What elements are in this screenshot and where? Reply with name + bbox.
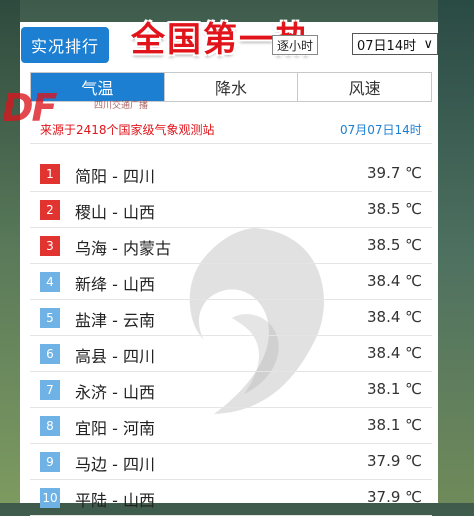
list-item[interactable]: 5 盐津 - 云南 38.4 ℃ <box>30 300 432 336</box>
tab-wind-speed[interactable]: 风速 <box>298 73 432 101</box>
station-name: 宜阳 - 河南 <box>75 419 155 438</box>
mode-select[interactable]: 逐小时 <box>272 35 318 55</box>
temperature-value: 37.9 ℃ <box>366 452 422 470</box>
temperature-value: 38.4 ℃ <box>366 344 422 362</box>
list-item[interactable]: 10 平陆 - 山西 37.9 ℃ <box>30 480 432 516</box>
temperature-value: 39.7 ℃ <box>366 164 422 182</box>
ranking-list: 1 简阳 - 四川 39.7 ℃ 2 稷山 - 山西 38.5 ℃ 3 乌海 -… <box>30 156 432 516</box>
station-name: 平陆 - 山西 <box>75 491 155 510</box>
list-item[interactable]: 7 永济 - 山西 38.1 ℃ <box>30 372 432 408</box>
data-source-note: 来源于2418个国家级气象观测站 <box>40 123 215 137</box>
temperature-value: 38.5 ℃ <box>366 200 422 218</box>
background-left-strip <box>0 0 20 503</box>
station-name: 永济 - 山西 <box>75 383 155 402</box>
temperature-value: 38.4 ℃ <box>366 308 422 326</box>
rank-badge: 5 <box>40 308 60 328</box>
list-item[interactable]: 6 高县 - 四川 38.4 ℃ <box>30 336 432 372</box>
rank-badge: 1 <box>40 164 60 184</box>
station-name: 简阳 - 四川 <box>75 167 155 186</box>
rank-badge: 6 <box>40 344 60 364</box>
list-item[interactable]: 9 马边 - 四川 37.9 ℃ <box>30 444 432 480</box>
rank-badge: 4 <box>40 272 60 292</box>
data-timestamp: 07月07日14时 <box>340 123 422 137</box>
rank-badge: 3 <box>40 236 60 256</box>
temperature-value: 38.4 ℃ <box>366 272 422 290</box>
rank-badge: 9 <box>40 452 60 472</box>
time-select[interactable]: 07日14时 ∨ <box>352 33 438 55</box>
divider <box>30 143 432 144</box>
rank-badge: 7 <box>40 380 60 400</box>
list-item[interactable]: 4 新绛 - 山西 38.4 ℃ <box>30 264 432 300</box>
rank-badge: 10 <box>40 488 60 508</box>
station-name: 乌海 - 内蒙古 <box>75 239 171 258</box>
station-name: 盐津 - 云南 <box>75 311 155 330</box>
title-tab[interactable]: 实况排行 <box>21 27 109 63</box>
station-name: 稷山 - 山西 <box>75 203 155 222</box>
temperature-value: 38.1 ℃ <box>366 416 422 434</box>
time-select-value: 07日14时 <box>357 38 417 54</box>
temperature-value: 38.5 ℃ <box>366 236 422 254</box>
list-item[interactable]: 8 宜阳 - 河南 38.1 ℃ <box>30 408 432 444</box>
chevron-down-icon: ∨ <box>423 36 433 52</box>
temperature-value: 38.1 ℃ <box>366 380 422 398</box>
rank-badge: 2 <box>40 200 60 220</box>
background-right-strip <box>438 0 474 503</box>
station-name: 马边 - 四川 <box>75 455 155 474</box>
list-item[interactable]: 1 简阳 - 四川 39.7 ℃ <box>30 156 432 192</box>
station-name: 新绛 - 山西 <box>75 275 155 294</box>
logo-subtext: 四川交通广播 <box>94 101 149 111</box>
rank-badge: 8 <box>40 416 60 436</box>
temperature-value: 37.9 ℃ <box>366 488 422 506</box>
list-item[interactable]: 2 稷山 - 山西 38.5 ℃ <box>30 192 432 228</box>
list-item[interactable]: 3 乌海 - 内蒙古 38.5 ℃ <box>30 228 432 264</box>
station-name: 高县 - 四川 <box>75 347 155 366</box>
broadcaster-logo-overlay: DF 四川交通广播 <box>0 86 188 130</box>
